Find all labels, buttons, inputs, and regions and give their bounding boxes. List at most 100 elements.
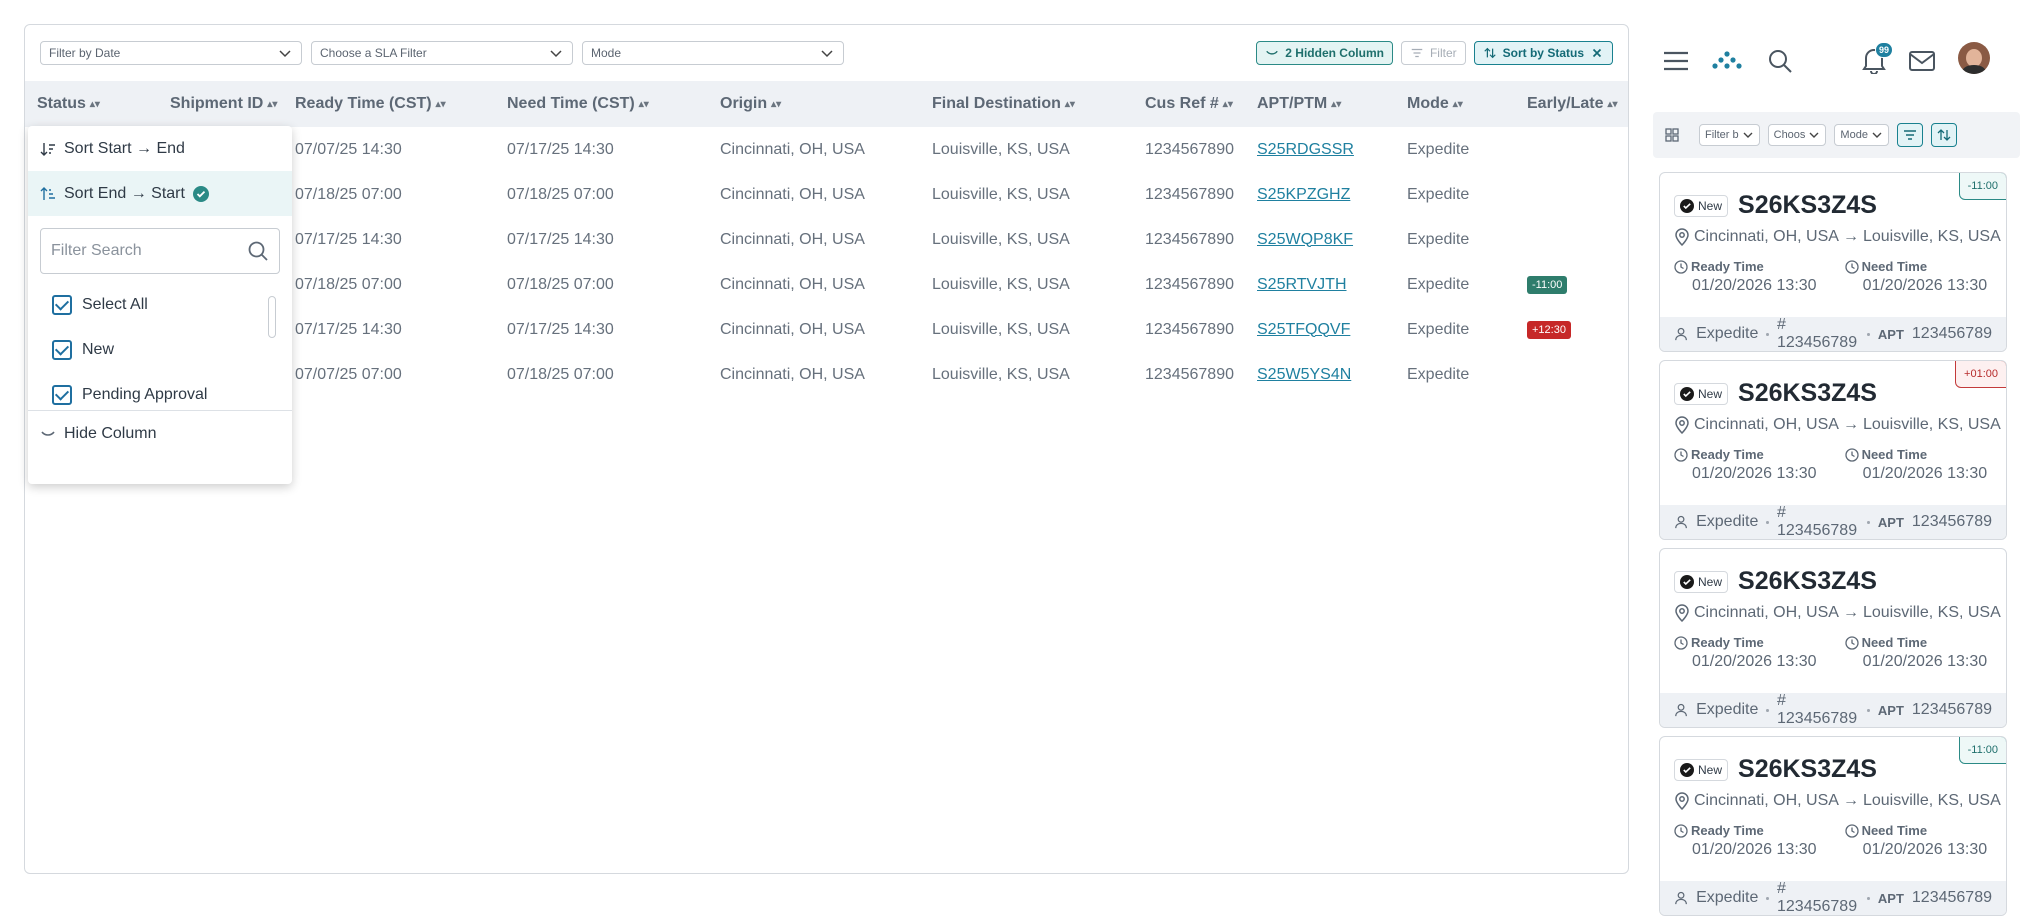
column-label: Origin: [720, 95, 768, 112]
apt-link[interactable]: S25TFQQVF: [1257, 307, 1350, 352]
mobile-sort-button[interactable]: [1930, 123, 1957, 147]
table-header: Status ▴▾ Shipment ID ▴▾ Ready Time (CST) ▴…: [25, 81, 1628, 127]
mode-filter-dropdown[interactable]: Mode: [582, 41, 844, 65]
early-late-cell: -11:00: [1527, 262, 1568, 307]
column-label: APT/PTM: [1257, 95, 1328, 112]
shipment-card[interactable]: +01:00 New S26KS3Z4S Cincinnati, OH, USA → Lo…: [1659, 360, 2007, 540]
column-label: Shipment ID: [170, 95, 264, 112]
sort-by-status-chip[interactable]: Sort by Status: [1473, 41, 1613, 65]
column-header-final-destination[interactable]: Final Destination ▴▾: [932, 81, 1075, 127]
sla-filter-dropdown[interactable]: Choose a SLA Filter: [311, 41, 573, 65]
sort-chip-label: Sort by Status: [1502, 46, 1584, 60]
column-label: Mode: [1407, 95, 1449, 112]
sort-descending-icon: [40, 186, 55, 200]
notification-count-badge: 99: [1875, 42, 1894, 58]
separator-dot: [1766, 520, 1769, 524]
sort-ascending-option[interactable]: Sort Start → End: [28, 126, 292, 171]
sort-icon: ▴▾: [1064, 98, 1075, 110]
need-time-cell: 07/17/25 14:30: [507, 140, 614, 158]
card-header: New S26KS3Z4S: [1674, 191, 1877, 220]
option-select-all[interactable]: Select All: [28, 282, 292, 327]
option-new[interactable]: New: [28, 327, 292, 372]
mobile-filter-button[interactable]: [1896, 123, 1923, 147]
check-circle-icon: [192, 185, 209, 202]
option-pending-approval[interactable]: Pending Approval: [28, 372, 292, 410]
mobile-date-filter[interactable]: Filter b: [1699, 124, 1760, 146]
mobile-mode-filter[interactable]: Mode: [1834, 124, 1889, 146]
column-header-cus-ref[interactable]: Cus Ref # ▴▾: [1145, 81, 1233, 127]
chevron-down-icon: [821, 50, 833, 58]
column-header-origin[interactable]: Origin ▴▾: [720, 81, 781, 127]
shipment-id: S26KS3Z4S: [1738, 755, 1877, 783]
hide-column-option[interactable]: Hide Column: [28, 411, 292, 456]
sort-ascending-label: Sort Start → End: [64, 139, 185, 157]
origin-cell: Cincinnati, OH, USA: [720, 320, 865, 338]
column-label: Status: [37, 95, 86, 112]
column-header-ready-time[interactable]: Ready Time (CST) ▴▾: [295, 81, 446, 127]
apt-link[interactable]: S25RTVJTH: [1257, 262, 1347, 307]
need-time-title: Need Time: [1844, 447, 1988, 462]
apt-value: 123456789: [1911, 701, 1992, 718]
sort-descending-option[interactable]: Sort End → Start: [28, 171, 292, 216]
apt-link[interactable]: S25WQP8KF: [1257, 217, 1353, 262]
mail-icon[interactable]: [1908, 50, 1936, 72]
checkbox[interactable]: [52, 384, 72, 405]
early-late-badge: -11:00: [1958, 173, 2006, 200]
apt-link[interactable]: S25W5YS4N: [1257, 352, 1351, 397]
column-header-need-time[interactable]: Need Time (CST) ▴▾: [507, 81, 649, 127]
close-icon[interactable]: [1590, 46, 1604, 60]
checkbox[interactable]: [52, 294, 72, 315]
list-scrollbar[interactable]: [268, 296, 276, 338]
eye-closed-icon: [41, 430, 55, 436]
filter-search-placeholder: Filter Search: [51, 242, 142, 259]
need-time-block: Need Time 01/20/2026 13:30: [1844, 823, 1987, 859]
shipment-id: S26KS3Z4S: [1738, 379, 1877, 407]
need-time-label: Need Time: [1861, 635, 1928, 650]
column-header-mode[interactable]: Mode ▴▾: [1407, 81, 1463, 127]
apt-link[interactable]: S25KPZGHZ: [1257, 172, 1350, 217]
notifications-button[interactable]: 99: [1861, 42, 1894, 79]
destination-cell: Louisville, KS, USA: [932, 140, 1070, 158]
need-time-cell: 07/18/25 07:00: [507, 185, 614, 203]
destination-cell: Louisville, KS, USA: [932, 230, 1070, 248]
shipment-card[interactable]: -11:00 New S26KS3Z4S Cincinnati, OH, USA → Lo…: [1659, 172, 2007, 352]
date-filter-dropdown[interactable]: Filter by Date: [40, 41, 302, 65]
need-time-cell: 07/18/25 07:00: [507, 365, 614, 383]
card-times: Ready Time 01/20/2026 13:30 Need Time 01/20…: [1674, 823, 1987, 859]
shipment-cards-list: -11:00 New S26KS3Z4S Cincinnati, OH, USA → Lo…: [1659, 172, 2007, 924]
column-header-apt-ptm[interactable]: APT/PTM ▴▾: [1257, 81, 1341, 127]
origin: Cincinnati, OH, USA: [1694, 416, 1839, 433]
early-late-badge: -11:00: [1958, 737, 2006, 764]
hamburger-menu-icon[interactable]: [1663, 50, 1689, 72]
filter-lines-icon: [1903, 130, 1916, 140]
column-header-status[interactable]: Status ▴▾: [37, 81, 100, 127]
need-time-value: 01/20/2026 13:30: [1862, 653, 1988, 670]
checkbox[interactable]: [52, 339, 72, 360]
filter-button[interactable]: Filter: [1400, 41, 1466, 65]
arrow-right-icon: →: [1842, 416, 1859, 433]
origin: Cincinnati, OH, USA: [1694, 228, 1839, 245]
column-header-early-late[interactable]: Early/Late ▴▾: [1527, 81, 1618, 127]
card-header: New S26KS3Z4S: [1674, 755, 1877, 784]
avatar[interactable]: [1958, 42, 1990, 74]
column-header-shipment-id[interactable]: Shipment ID ▴▾: [170, 81, 277, 127]
need-time-title: Need Time: [1844, 635, 1988, 650]
mode-filter-label: Mode: [591, 46, 622, 60]
apt-link[interactable]: S25RDGSSR: [1257, 127, 1354, 172]
search-icon[interactable]: [1767, 48, 1793, 74]
mode-cell: Expedite: [1407, 365, 1470, 383]
sort-icon: ▴▾: [638, 98, 649, 110]
shipment-card[interactable]: New S26KS3Z4S Cincinnati, OH, USA → Louisvil…: [1659, 548, 2007, 728]
grid-view-icon[interactable]: [1665, 128, 1679, 142]
hidden-columns-button[interactable]: 2 Hidden Column: [1256, 41, 1393, 65]
shipment-card[interactable]: -11:00 New S26KS3Z4S Cincinnati, OH, USA → Lo…: [1659, 736, 2007, 916]
filter-search-input[interactable]: Filter Search: [40, 228, 280, 274]
route: Cincinnati, OH, USA → Louisville, KS, USA: [1674, 792, 2001, 810]
route: Cincinnati, OH, USA → Louisville, KS, USA: [1674, 228, 2001, 246]
clock-icon: [1674, 447, 1688, 462]
column-label: Early/Late: [1527, 95, 1604, 112]
need-time-cell: 07/17/25 14:30: [507, 320, 614, 338]
shipment-id: S26KS3Z4S: [1738, 191, 1877, 219]
mobile-sla-filter[interactable]: Choos: [1767, 124, 1827, 146]
ready-time-cell: 07/07/25 07:00: [295, 365, 402, 383]
